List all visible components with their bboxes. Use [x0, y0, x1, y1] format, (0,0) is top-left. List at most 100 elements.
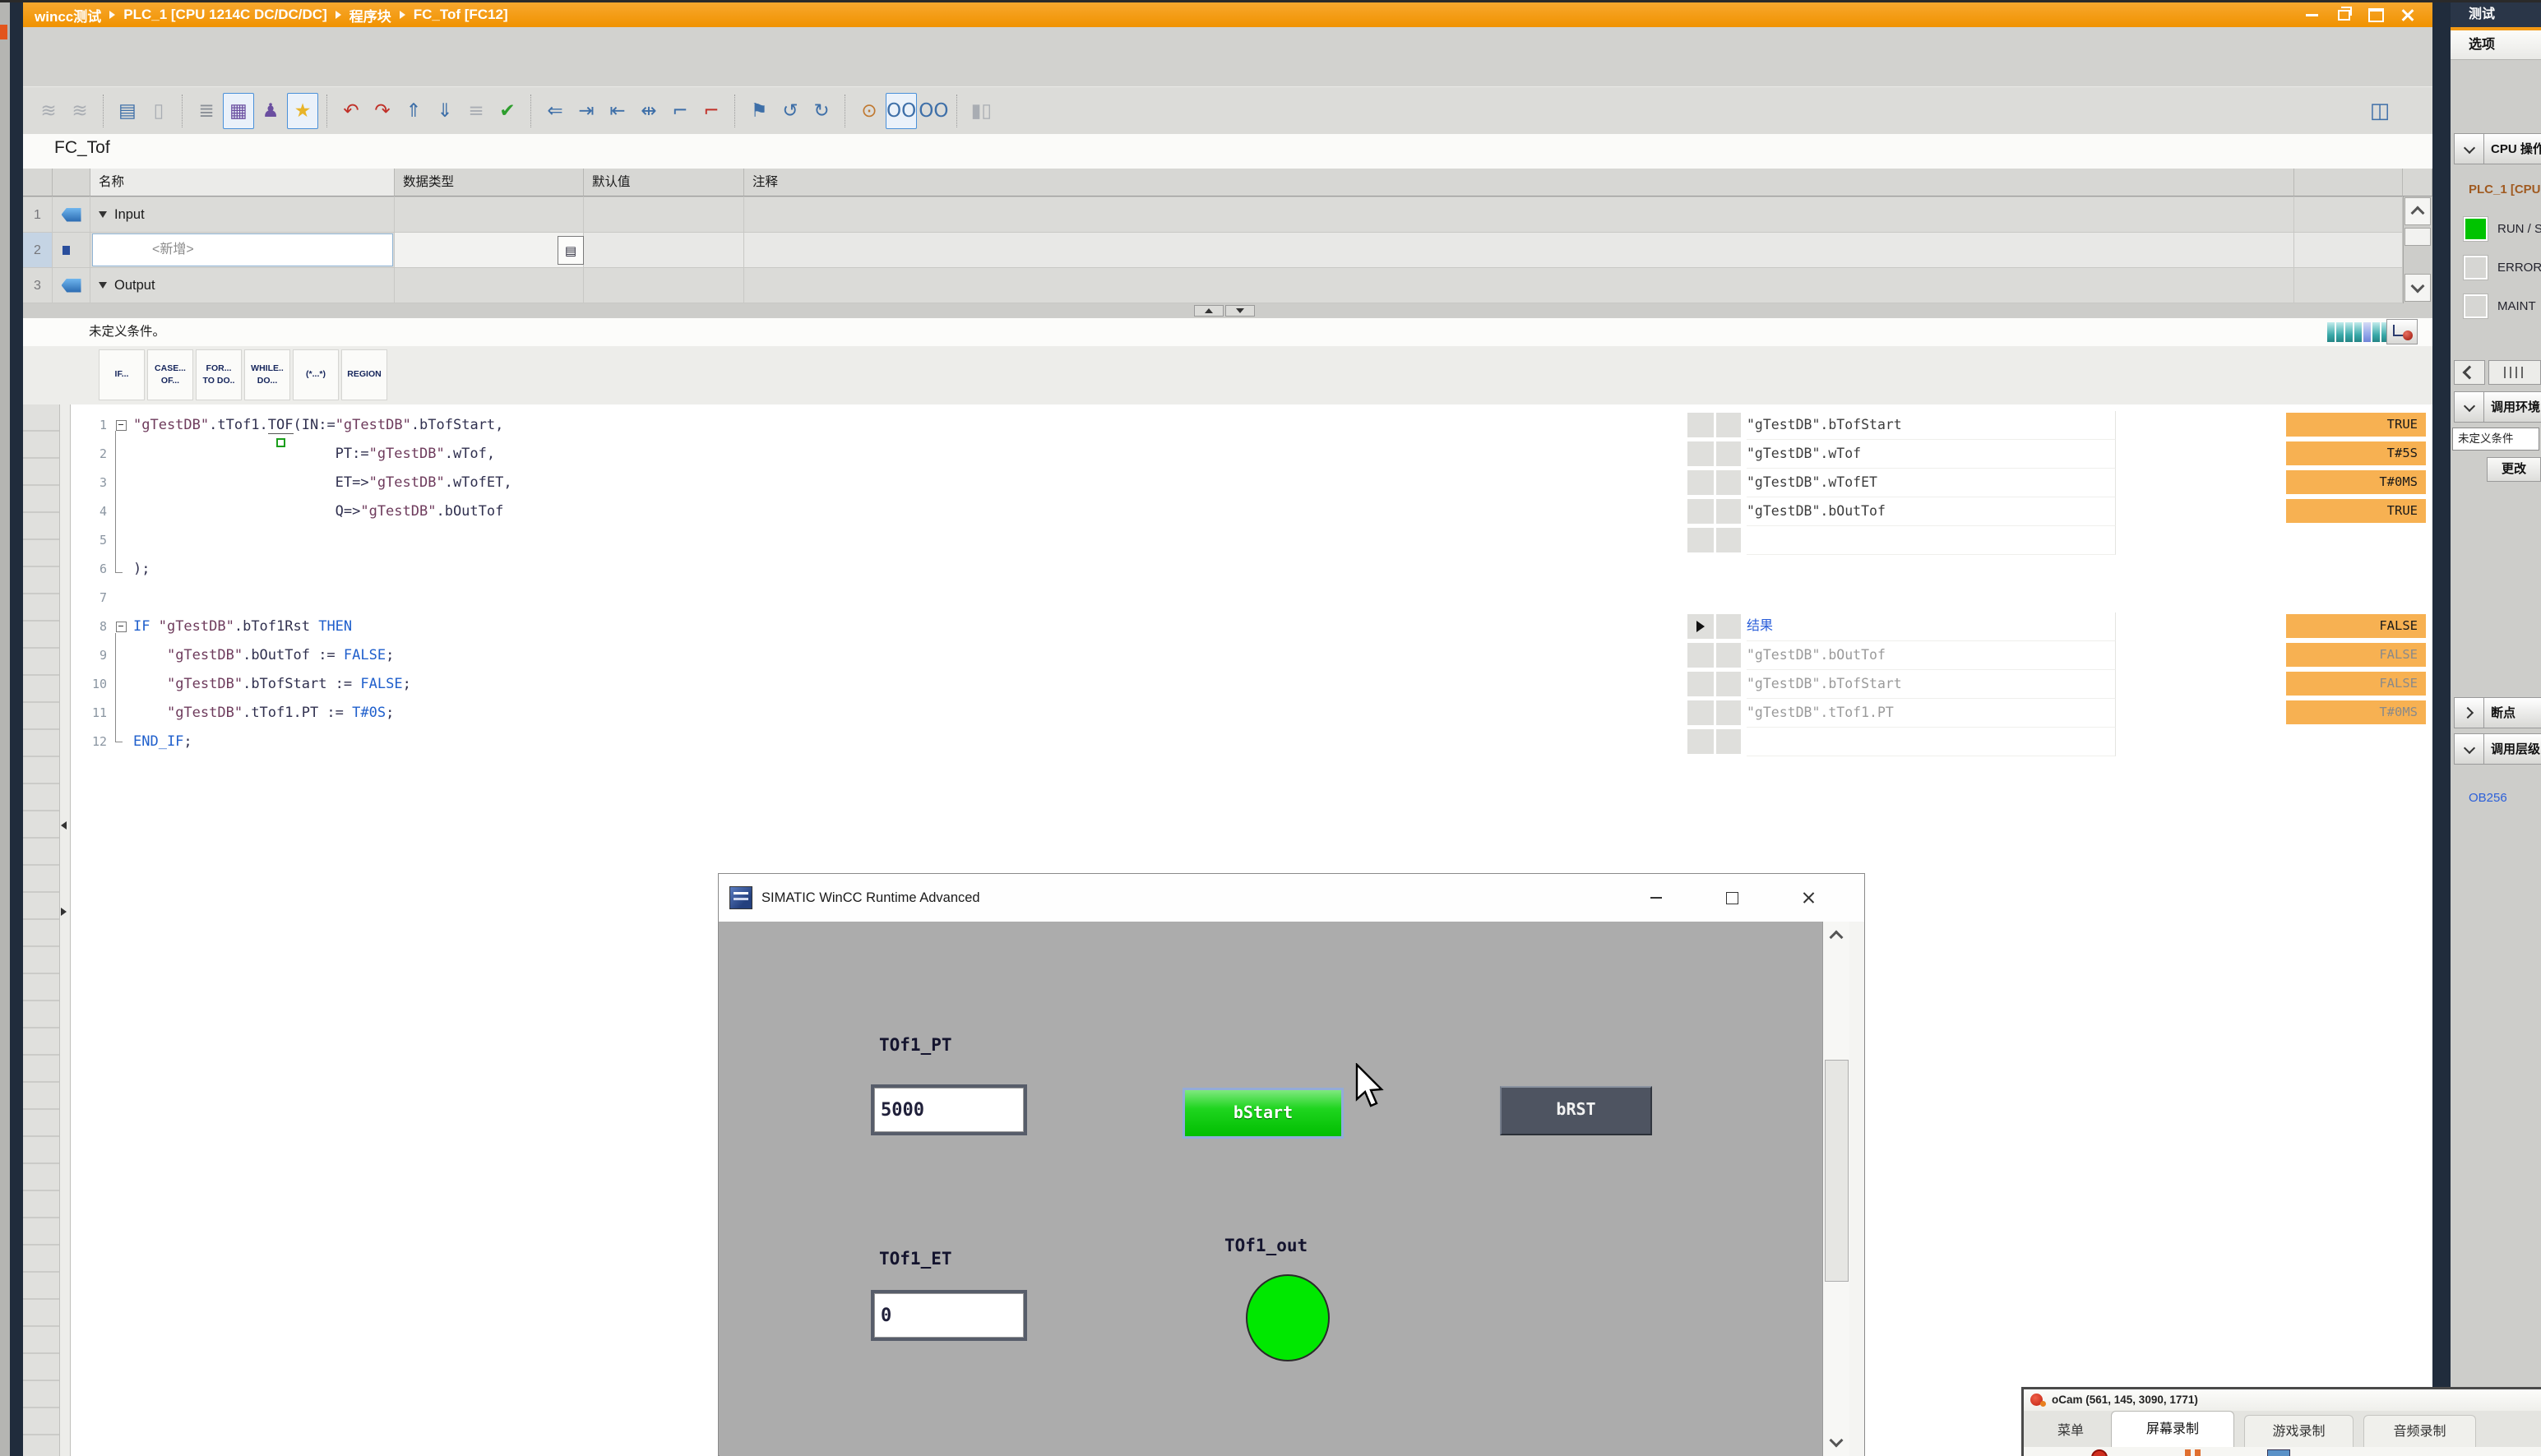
go-to-definition-icon[interactable]: ⇐: [540, 94, 570, 128]
watch-row[interactable]: "gTestDB".wTofETT#0MS: [1687, 469, 2432, 497]
keep-layout-icon[interactable]: ▯: [144, 94, 174, 128]
wincc-scrollbar[interactable]: [1822, 922, 1849, 1456]
insert-row-icon[interactable]: ≋: [34, 94, 63, 128]
watch-row[interactable]: "gTestDB".wTofT#5S: [1687, 440, 2432, 469]
unfold-code-icon[interactable]: ⌐: [697, 94, 726, 128]
upload-block-icon[interactable]: ⇑: [399, 94, 428, 128]
code-line[interactable]: 1"gTestDB".tTof1.TOF(IN:="gTestDB".bTofS…: [71, 411, 1682, 440]
panel-collapse-left-button[interactable]: [2454, 360, 2485, 385]
code-line[interactable]: 8IF "gTestDB".bTof1Rst THEN: [71, 612, 1682, 641]
previous-error-icon[interactable]: ↶: [336, 94, 366, 128]
collapse-button[interactable]: [2454, 391, 2484, 423]
snippet-region-button[interactable]: REGION: [341, 349, 387, 400]
watch-row[interactable]: [1687, 728, 2432, 756]
datatype-cell[interactable]: [395, 268, 584, 303]
hmi-input-pt[interactable]: [871, 1084, 1027, 1135]
breadcrumb-item[interactable]: FC_Tof [FC12]: [414, 7, 508, 23]
watch-row[interactable]: "gTestDB".bOutTofTRUE: [1687, 497, 2432, 526]
snippet-if-button[interactable]: IF...: [99, 349, 145, 400]
user-constants-icon[interactable]: ♟: [256, 94, 285, 128]
snippet-comment-button[interactable]: (*...*): [293, 349, 339, 400]
breadcrumb-item[interactable]: PLC_1 [CPU 1214C DC/DC/DC]: [123, 7, 327, 23]
code-line[interactable]: 7: [71, 584, 1682, 612]
ocam-title-bar[interactable]: oCam (561, 145, 3090, 1771): [2024, 1389, 2541, 1411]
tab-options[interactable]: 选项: [2451, 30, 2541, 60]
bookmark-icon[interactable]: ⚑: [744, 94, 774, 128]
table-row[interactable]: Input: [90, 197, 395, 233]
table-row[interactable]: Output: [90, 268, 395, 303]
monitor-once-icon[interactable]: OO: [919, 94, 948, 128]
default-cell[interactable]: [584, 233, 744, 268]
hmi-bstart-button[interactable]: bStart: [1183, 1088, 1344, 1139]
code-line[interactable]: 10 "gTestDB".bTofStart := FALSE;: [71, 670, 1682, 699]
insert-column-icon[interactable]: ≋: [65, 94, 95, 128]
code-line[interactable]: 4 Q=>"gTestDB".bOutTof: [71, 497, 1682, 526]
record-button-icon[interactable]: [2091, 1449, 2108, 1456]
expand-rows-icon[interactable]: ≡: [461, 94, 491, 128]
call-environment-header[interactable]: 调用环境: [2454, 391, 2541, 423]
ocam-tab-3[interactable]: 游戏录制: [2244, 1415, 2354, 1447]
breadcrumb-item[interactable]: wincc测试: [35, 5, 101, 25]
panel-grip-button[interactable]: [2488, 360, 2541, 385]
code-line[interactable]: 12END_IF;: [71, 728, 1682, 756]
ocam-tab-4[interactable]: 音频录制: [2363, 1415, 2476, 1447]
new-variable-input[interactable]: <新增>: [92, 233, 393, 266]
call-condition-combo[interactable]: 未定义条件: [2452, 428, 2539, 451]
code-line[interactable]: 9 "gTestDB".bOutTof := FALSE;: [71, 641, 1682, 670]
scroll-down-button[interactable]: [1823, 1430, 1849, 1454]
tab-testing[interactable]: 测试: [2451, 2, 2541, 27]
watch-row[interactable]: [1687, 526, 2432, 555]
splitter-collapse-down-button[interactable]: [1225, 305, 1255, 317]
code-line[interactable]: 6);: [71, 555, 1682, 584]
table-header-name[interactable]: 名称: [90, 169, 395, 196]
block-interface-icon[interactable]: ≣: [192, 94, 221, 128]
fold-code-icon[interactable]: ⌐: [665, 94, 695, 128]
splitter-arrow-right-icon[interactable]: [61, 908, 67, 916]
table-header-datatype[interactable]: 数据类型: [395, 169, 584, 196]
breakpoints-header[interactable]: 断点: [2454, 697, 2541, 728]
datatype-browse-button[interactable]: ▤: [558, 236, 584, 265]
save-window-layout-icon[interactable]: ▤: [113, 94, 142, 128]
code-line[interactable]: 11 "gTestDB".tTof1.PT := T#0S;: [71, 699, 1682, 728]
favorites-star-icon[interactable]: ★: [287, 93, 318, 129]
splitter-collapse-up-button[interactable]: [1194, 305, 1224, 317]
wincc-minimize-button[interactable]: [1637, 874, 1675, 922]
wincc-title-bar[interactable]: SIMATIC WinCC Runtime Advanced: [719, 874, 1864, 922]
code-line[interactable]: 2 PT:="gTestDB".wTof,: [71, 440, 1682, 469]
call-hierarchy-header[interactable]: 调用层级: [2454, 733, 2541, 765]
watch-row[interactable]: "gTestDB".tTof1.PTT#0MS: [1687, 699, 2432, 728]
change-button[interactable]: 更改: [2487, 457, 2541, 482]
ocam-tab-2[interactable]: 屏幕录制: [2111, 1411, 2234, 1447]
outdent-icon[interactable]: ⇤: [603, 94, 632, 128]
watch-row[interactable]: "gTestDB".bTofStartFALSE: [1687, 670, 2432, 699]
ocam-tab-1[interactable]: 菜单: [2034, 1415, 2108, 1447]
call-hierarchy-entry[interactable]: OB256: [2469, 791, 2507, 805]
snippet-for-to-do-button[interactable]: FOR...TO DO..: [196, 349, 242, 400]
wincc-close-button[interactable]: [1789, 874, 1827, 922]
monitor-all-icon[interactable]: OO: [886, 93, 917, 129]
splitter-arrow-left-icon[interactable]: [61, 821, 67, 830]
monitor-icon[interactable]: [2267, 1449, 2290, 1456]
navigate-forward-icon[interactable]: ↻: [807, 94, 836, 128]
expand-arrow-icon[interactable]: [99, 211, 107, 218]
default-cell[interactable]: [584, 268, 744, 303]
watch-row[interactable]: 结果FALSE: [1687, 612, 2432, 641]
pause-icon[interactable]: [2195, 1449, 2201, 1456]
expand-button[interactable]: [2454, 697, 2484, 728]
compile-icon[interactable]: ✔: [493, 94, 522, 128]
collapse-button[interactable]: [2454, 133, 2484, 164]
hmi-input-et[interactable]: [871, 1290, 1027, 1341]
indent-icon[interactable]: ⇥: [572, 94, 601, 128]
wincc-maximize-button[interactable]: [1713, 874, 1751, 922]
monitor-block-icon[interactable]: ▦: [223, 93, 254, 129]
watch-row[interactable]: "gTestDB".bTofStartTRUE: [1687, 411, 2432, 440]
code-line[interactable]: 5: [71, 526, 1682, 555]
table-header-default[interactable]: 默认值: [584, 169, 744, 196]
collapse-button[interactable]: [2454, 733, 2484, 765]
editor-left-scrollbar[interactable]: [59, 404, 71, 1456]
code-line[interactable]: 3 ET=>"gTestDB".wTofET,: [71, 469, 1682, 497]
hmi-brst-button[interactable]: bRST: [1500, 1086, 1652, 1135]
next-error-icon[interactable]: ↷: [368, 94, 397, 128]
snippet-case-of-button[interactable]: CASE...OF...: [147, 349, 193, 400]
expand-arrow-icon[interactable]: [99, 282, 107, 289]
